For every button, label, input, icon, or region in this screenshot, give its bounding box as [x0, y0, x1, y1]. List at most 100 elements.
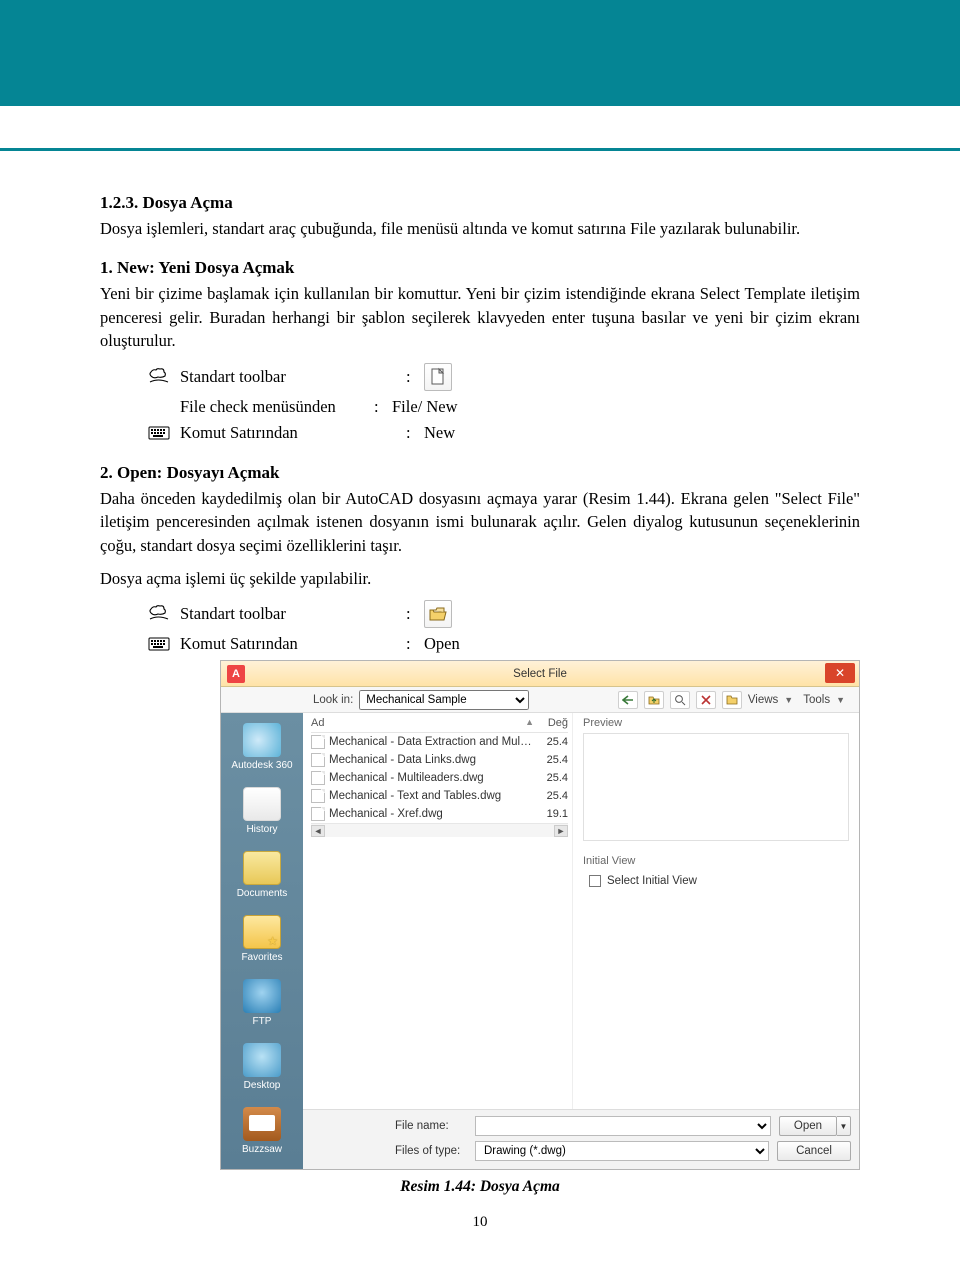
place-desktop[interactable]: Desktop	[227, 1039, 297, 1099]
colon: :	[406, 634, 424, 654]
place-documents[interactable]: Documents	[227, 847, 297, 907]
place-autodesk360[interactable]: Autodesk 360	[227, 719, 297, 779]
documents-icon	[243, 851, 281, 885]
col-name[interactable]: Ad	[311, 717, 525, 729]
back-icon[interactable]	[618, 691, 638, 709]
file-size: 25.4	[534, 754, 568, 766]
place-favorites[interactable]: Favorites	[227, 911, 297, 971]
std-toolbar-label: Standart toolbar	[180, 367, 370, 387]
close-icon[interactable]: ✕	[825, 663, 855, 683]
select-initial-view-checkbox[interactable]	[589, 875, 601, 887]
preview-label: Preview	[583, 717, 849, 729]
scroll-right-icon[interactable]: ►	[554, 825, 568, 837]
line-file-menu-new: File check menüsünden : File/ New	[180, 397, 860, 417]
open-folder-icon	[424, 600, 452, 628]
lookin-select[interactable]: Mechanical Sample	[359, 690, 529, 710]
filename-label: File name:	[395, 1120, 467, 1132]
new-file-icon	[424, 363, 452, 391]
section-heading: 1.2.3. Dosya Açma	[100, 193, 860, 213]
file-pane: Ad▲Değ Mechanical - Data Extraction and …	[303, 713, 859, 1169]
filetype-label: Files of type:	[395, 1145, 467, 1157]
file-menu-value: File/ New	[392, 397, 458, 417]
file-row[interactable]: Mechanical - Multileaders.dwg25.4	[311, 769, 568, 787]
line-komut-open: Komut Satırından : Open	[148, 634, 860, 654]
file-size: 25.4	[534, 790, 568, 802]
horizontal-scrollbar[interactable]: ◄ ►	[311, 823, 568, 837]
place-history[interactable]: History	[227, 783, 297, 843]
scroll-left-icon[interactable]: ◄	[311, 825, 325, 837]
file-icon	[311, 735, 325, 749]
file-size: 25.4	[534, 736, 568, 748]
file-size: 25.4	[534, 772, 568, 784]
subsection1-heading: 1. New: Yeni Dosya Açmak	[100, 258, 860, 278]
section-para: Dosya işlemleri, standart araç çubuğunda…	[100, 217, 860, 240]
file-name: Mechanical - Data Links.dwg	[329, 754, 534, 766]
file-row[interactable]: Mechanical - Data Links.dwg25.4	[311, 751, 568, 769]
new-folder-icon[interactable]	[722, 691, 742, 709]
colon: :	[406, 367, 424, 387]
views-label[interactable]: Views	[748, 694, 778, 706]
decor-icon	[148, 368, 170, 386]
colon: :	[374, 397, 392, 417]
place-ftp[interactable]: FTP	[227, 975, 297, 1035]
file-row[interactable]: Mechanical - Data Extraction and Multile…	[311, 733, 568, 751]
dialog-toolbar: Look in: Mechanical Sample Views▼ Tools▼	[221, 687, 859, 713]
places-bar: Autodesk 360 History Documents Favorites…	[221, 713, 303, 1169]
delete-icon[interactable]	[696, 691, 716, 709]
dialog-titlebar[interactable]: A Select File ✕	[221, 661, 859, 687]
line-standart-toolbar-open: Standart toolbar :	[148, 600, 860, 628]
filetype-select[interactable]: Drawing (*.dwg)	[475, 1141, 769, 1161]
colon: :	[406, 423, 424, 443]
komut-value-open: Open	[424, 634, 460, 654]
file-icon	[311, 807, 325, 821]
file-name: Mechanical - Text and Tables.dwg	[329, 790, 534, 802]
sort-up-icon[interactable]: ▲	[525, 717, 534, 729]
cloud-icon	[243, 723, 281, 757]
line-komut-new: Komut Satırından : New	[148, 423, 860, 443]
tools-label[interactable]: Tools	[803, 694, 830, 706]
file-size: 19.1	[534, 808, 568, 820]
place-buzzsaw[interactable]: Buzzsaw	[227, 1103, 297, 1163]
komut-label: Komut Satırından	[180, 423, 370, 443]
open-dropdown-icon[interactable]: ▼	[837, 1116, 851, 1136]
dialog-footer: File name: Open ▼ Files of type: Drawing…	[303, 1109, 859, 1169]
file-icon	[311, 789, 325, 803]
select-file-dialog: A Select File ✕ Look in: Mechanical Samp…	[220, 660, 860, 1170]
ftp-icon	[243, 979, 281, 1013]
initial-view-label: Initial View	[583, 855, 849, 867]
search-icon[interactable]	[670, 691, 690, 709]
file-icon	[311, 753, 325, 767]
filename-input[interactable]	[475, 1116, 771, 1136]
figure-caption: Resim 1.44: Dosya Açma	[100, 1178, 860, 1196]
cancel-button[interactable]: Cancel	[777, 1141, 851, 1161]
favorites-icon	[243, 915, 281, 949]
file-row[interactable]: Mechanical - Xref.dwg19.1	[311, 805, 568, 823]
col-date[interactable]: Değ	[534, 717, 568, 729]
history-icon	[243, 787, 281, 821]
subsection2-para2: Dosya açma işlemi üç şekilde yapılabilir…	[100, 567, 860, 590]
std-toolbar-label-open: Standart toolbar	[180, 604, 370, 624]
keyboard-icon	[148, 425, 170, 441]
subsection2-heading: 2. Open: Dosyayı Açmak	[100, 463, 860, 483]
preview-pane: Preview Initial View Select Initial View	[573, 713, 859, 1109]
document-page: { "section1": { "number_title": "1.2.3. …	[0, 0, 960, 1263]
select-initial-view-text: Select Initial View	[607, 875, 697, 887]
subsection1-para: Yeni bir çizime başlamak için kullanılan…	[100, 282, 860, 352]
subsection2-para1: Daha önceden kaydedilmiş olan bir AutoCA…	[100, 487, 860, 557]
open-button[interactable]: Open	[779, 1116, 837, 1136]
preview-box	[583, 733, 849, 841]
header-band	[0, 0, 960, 106]
file-name: Mechanical - Xref.dwg	[329, 808, 534, 820]
file-icon	[311, 771, 325, 785]
file-name: Mechanical - Multileaders.dwg	[329, 772, 534, 784]
up-folder-icon[interactable]	[644, 691, 664, 709]
file-list[interactable]: Ad▲Değ Mechanical - Data Extraction and …	[303, 713, 573, 1109]
file-menu-label: File check menüsünden	[180, 397, 374, 417]
desktop-icon	[243, 1043, 281, 1077]
keyboard-icon	[148, 636, 170, 652]
dialog-title: Select File	[513, 668, 567, 680]
file-row[interactable]: Mechanical - Text and Tables.dwg25.4	[311, 787, 568, 805]
line-standart-toolbar-new: Standart toolbar :	[148, 363, 860, 391]
page-number: 10	[100, 1214, 860, 1251]
decor-icon	[148, 605, 170, 623]
